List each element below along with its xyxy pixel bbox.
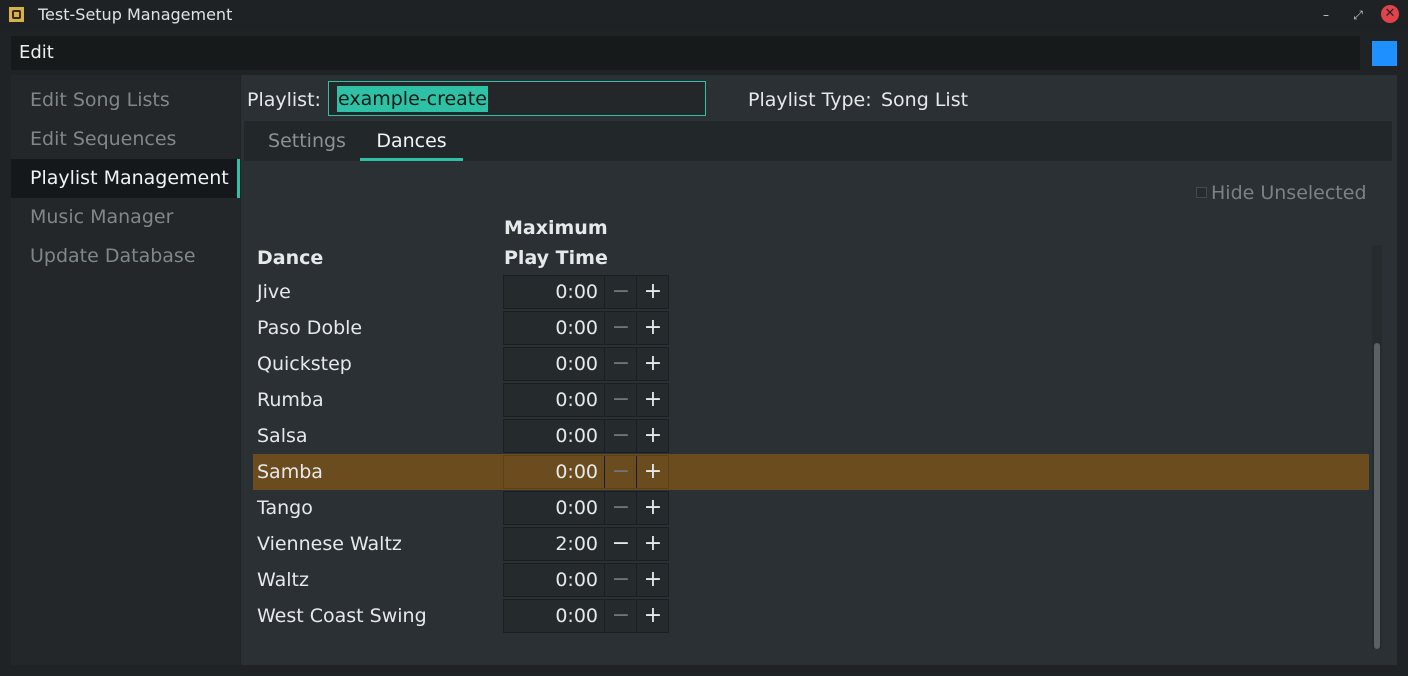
play-time-value[interactable]: 2:00 bbox=[504, 528, 598, 560]
increment-button[interactable]: + bbox=[636, 600, 669, 632]
dance-name: Quickstep bbox=[257, 353, 352, 375]
dance-name: Jive bbox=[257, 281, 291, 303]
decrement-button[interactable]: − bbox=[604, 456, 637, 488]
increment-button[interactable]: + bbox=[636, 492, 669, 524]
play-time-value[interactable]: 0:00 bbox=[504, 420, 598, 452]
dance-row[interactable]: Waltz 0:00− + bbox=[253, 562, 1369, 598]
decrement-button[interactable]: − bbox=[604, 528, 637, 560]
play-time-value[interactable]: 0:00 bbox=[504, 312, 598, 344]
sidebar: Edit Song Lists Edit Sequences Playlist … bbox=[11, 75, 240, 665]
dance-name: Rumba bbox=[257, 389, 324, 411]
increment-button[interactable]: + bbox=[636, 420, 669, 452]
increment-button[interactable]: + bbox=[636, 528, 669, 560]
main-area: Playlist: example-create Playlist Type: … bbox=[241, 75, 1397, 665]
play-time-spinbox[interactable]: 0:00− + bbox=[503, 347, 669, 381]
tab-dances[interactable]: Dances bbox=[360, 121, 463, 161]
play-time-spinbox[interactable]: 0:00− + bbox=[503, 455, 669, 489]
tab-settings[interactable]: Settings bbox=[254, 121, 360, 161]
header-max-play-time-line1: Maximum bbox=[504, 217, 608, 239]
menu-edit[interactable]: Edit bbox=[19, 43, 54, 63]
tab-bar: Settings Dances bbox=[244, 121, 1392, 161]
restore-button[interactable]: ⤢ bbox=[1349, 6, 1367, 24]
decrement-button[interactable]: − bbox=[604, 312, 637, 344]
window-title: Test-Setup Management bbox=[38, 5, 233, 24]
decrement-button[interactable]: − bbox=[604, 600, 637, 632]
decrement-button[interactable]: − bbox=[604, 276, 637, 308]
play-time-spinbox[interactable]: 0:00− + bbox=[503, 599, 669, 633]
dance-row[interactable]: Samba 0:00− + bbox=[253, 454, 1369, 490]
increment-button[interactable]: + bbox=[636, 312, 669, 344]
hide-unselected-checkbox[interactable] bbox=[1196, 187, 1207, 198]
play-time-spinbox[interactable]: 0:00− + bbox=[503, 491, 669, 525]
play-time-value[interactable]: 0:00 bbox=[504, 456, 598, 488]
playlist-type-value: Song List bbox=[881, 89, 969, 111]
play-time-value[interactable]: 0:00 bbox=[504, 384, 598, 416]
dance-row[interactable]: Tango 0:00− + bbox=[253, 490, 1369, 526]
decrement-button[interactable]: − bbox=[604, 492, 637, 524]
minimize-button[interactable]: – bbox=[1317, 6, 1335, 24]
title-bar: Test-Setup Management – ⤢ ✕ bbox=[0, 0, 1408, 30]
close-button[interactable]: ✕ bbox=[1381, 5, 1399, 23]
dance-row[interactable]: Salsa 0:00− + bbox=[253, 418, 1369, 454]
play-time-spinbox[interactable]: 0:00− + bbox=[503, 311, 669, 345]
increment-button[interactable]: + bbox=[636, 564, 669, 596]
increment-button[interactable]: + bbox=[636, 348, 669, 380]
decrement-button[interactable]: − bbox=[604, 384, 637, 416]
dance-name: Waltz bbox=[257, 569, 309, 591]
sidebar-item-playlist-management[interactable]: Playlist Management bbox=[11, 159, 240, 198]
header-dance: Dance bbox=[257, 247, 324, 269]
playlist-label: Playlist: bbox=[247, 89, 321, 111]
decrement-button[interactable]: − bbox=[604, 348, 637, 380]
play-time-value[interactable]: 0:00 bbox=[504, 276, 598, 308]
playlist-name-value: example-create bbox=[337, 86, 488, 112]
dance-row[interactable]: Jive 0:00− + bbox=[253, 274, 1369, 310]
play-time-spinbox[interactable]: 0:00− + bbox=[503, 419, 669, 453]
play-time-value[interactable]: 0:00 bbox=[504, 492, 598, 524]
dance-row[interactable]: Paso Doble 0:00− + bbox=[253, 310, 1369, 346]
dance-row[interactable]: West Coast Swing 0:00− + bbox=[253, 598, 1369, 634]
menu-bar: Edit bbox=[11, 36, 1360, 70]
increment-button[interactable]: + bbox=[636, 276, 669, 308]
play-time-value[interactable]: 0:00 bbox=[504, 348, 598, 380]
play-time-value[interactable]: 0:00 bbox=[504, 564, 598, 596]
dance-name: Salsa bbox=[257, 425, 308, 447]
decrement-button[interactable]: − bbox=[604, 420, 637, 452]
play-time-spinbox[interactable]: 0:00− + bbox=[503, 563, 669, 597]
increment-button[interactable]: + bbox=[636, 456, 669, 488]
hide-unselected-label[interactable]: Hide Unselected bbox=[1211, 181, 1367, 205]
dance-name: West Coast Swing bbox=[257, 605, 427, 627]
increment-button[interactable]: + bbox=[636, 384, 669, 416]
play-time-spinbox[interactable]: 0:00− + bbox=[503, 383, 669, 417]
corner-color-button[interactable] bbox=[1372, 41, 1397, 66]
dance-name: Samba bbox=[257, 461, 323, 483]
sidebar-item-edit-song-lists[interactable]: Edit Song Lists bbox=[11, 81, 240, 120]
play-time-value[interactable]: 0:00 bbox=[504, 600, 598, 632]
sidebar-item-edit-sequences[interactable]: Edit Sequences bbox=[11, 120, 240, 159]
dance-name: Paso Doble bbox=[257, 317, 363, 339]
dance-row[interactable]: Quickstep 0:00− + bbox=[253, 346, 1369, 382]
playlist-name-input[interactable]: example-create bbox=[328, 81, 706, 116]
sidebar-item-music-manager[interactable]: Music Manager bbox=[11, 198, 240, 237]
header-max-play-time-line2: Play Time bbox=[504, 247, 608, 269]
dance-name: Tango bbox=[257, 497, 313, 519]
play-time-spinbox[interactable]: 0:00− + bbox=[503, 275, 669, 309]
play-time-spinbox[interactable]: 2:00− + bbox=[503, 527, 669, 561]
dance-row[interactable]: Rumba 0:00− + bbox=[253, 382, 1369, 418]
scrollbar-handle[interactable] bbox=[1374, 343, 1380, 649]
app-icon bbox=[8, 6, 25, 23]
decrement-button[interactable]: − bbox=[604, 564, 637, 596]
dances-panel: Hide Unselected Maximum Dance Play Time … bbox=[244, 161, 1392, 661]
dance-row[interactable]: Viennese Waltz 2:00− + bbox=[253, 526, 1369, 562]
dance-name: Viennese Waltz bbox=[257, 533, 402, 555]
sidebar-item-update-database[interactable]: Update Database bbox=[11, 237, 240, 276]
playlist-type-label: Playlist Type: bbox=[748, 89, 872, 111]
